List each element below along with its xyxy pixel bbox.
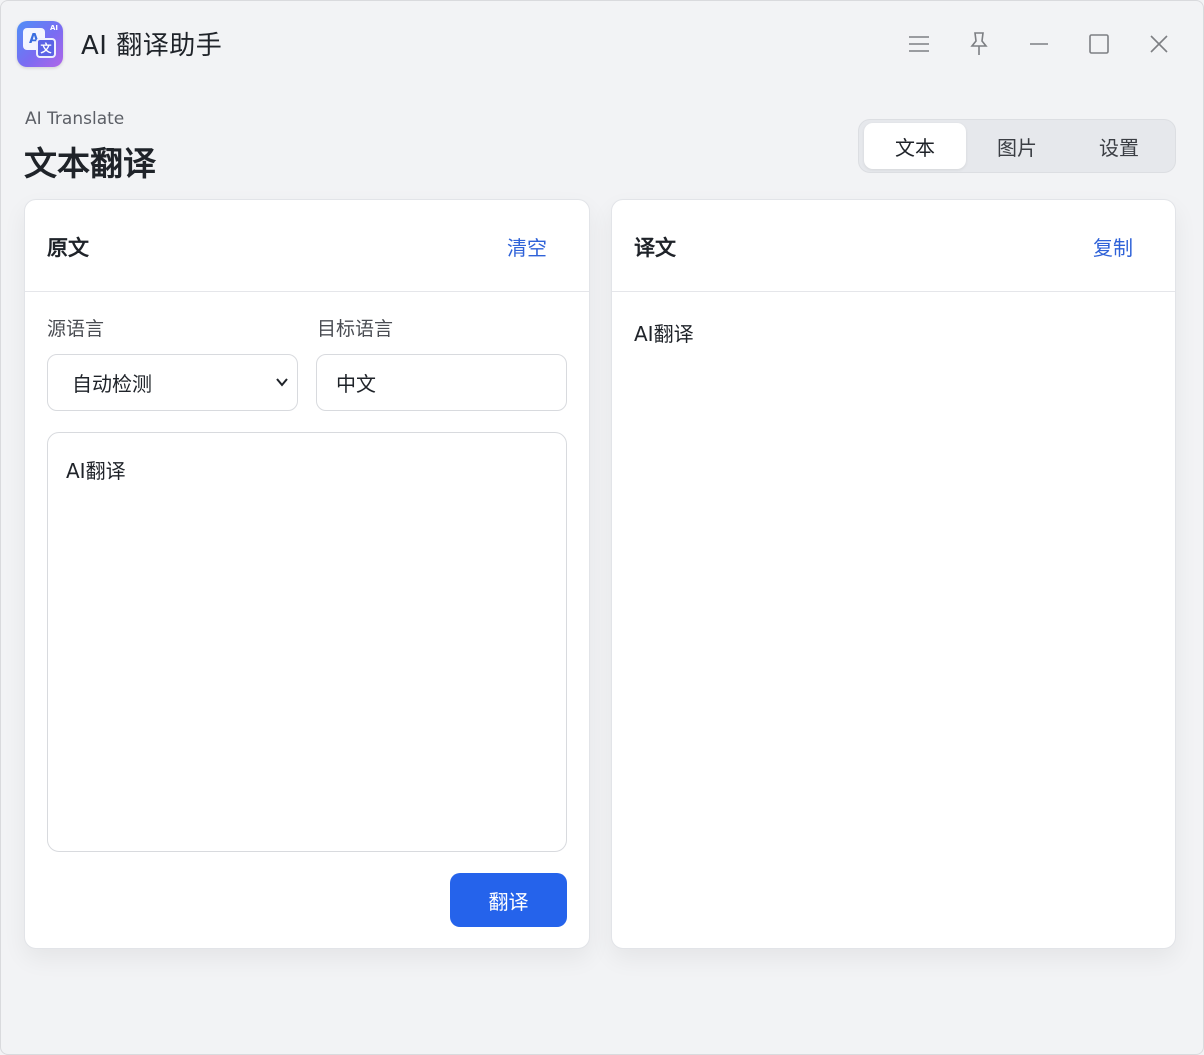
translated-text: AI翻译 bbox=[634, 322, 694, 346]
menu-button[interactable] bbox=[889, 23, 949, 65]
maximize-button[interactable] bbox=[1069, 23, 1129, 65]
hamburger-menu-icon bbox=[909, 36, 929, 52]
target-language-value: 中文 bbox=[336, 372, 376, 396]
translate-button[interactable]: 翻译 bbox=[450, 873, 567, 927]
mode-tabs: 文本 图片 设置 bbox=[858, 119, 1176, 173]
title-bar: A 文 AI AI 翻译助手 bbox=[1, 1, 1203, 87]
source-panel-header: 原文 清空 bbox=[25, 200, 589, 292]
tab-settings[interactable]: 设置 bbox=[1068, 123, 1170, 169]
chevron-down-icon bbox=[276, 378, 288, 387]
source-language-label: 源语言 bbox=[47, 318, 105, 340]
source-panel-title: 原文 bbox=[47, 236, 89, 260]
tab-image[interactable]: 图片 bbox=[966, 123, 1068, 169]
tab-text[interactable]: 文本 bbox=[864, 123, 966, 169]
logo-ai-mark: AI bbox=[49, 24, 58, 32]
minimize-icon bbox=[1030, 43, 1048, 45]
window-controls bbox=[889, 23, 1189, 65]
close-button[interactable] bbox=[1129, 23, 1189, 65]
target-language-label: 目标语言 bbox=[317, 318, 394, 340]
close-icon bbox=[1150, 35, 1168, 53]
app-logo-icon: A 文 AI bbox=[17, 21, 63, 67]
source-language-select[interactable]: 自动检测 bbox=[47, 354, 298, 411]
source-panel: 原文 清空 源语言 目标语言 自动检测 中文 AI翻译 翻译 bbox=[24, 199, 590, 949]
pin-icon bbox=[970, 32, 988, 55]
clear-button[interactable]: 清空 bbox=[507, 232, 547, 261]
copy-button[interactable]: 复制 bbox=[1093, 232, 1133, 261]
source-language-value: 自动检测 bbox=[72, 372, 152, 396]
pin-button[interactable] bbox=[949, 23, 1009, 65]
source-text-input[interactable]: AI翻译 bbox=[47, 432, 567, 852]
minimize-button[interactable] bbox=[1009, 23, 1069, 65]
page-title: 文本翻译 bbox=[24, 144, 156, 183]
app-title: AI 翻译助手 bbox=[81, 31, 223, 61]
result-panel: 译文 复制 AI翻译 bbox=[611, 199, 1176, 949]
result-panel-title: 译文 bbox=[634, 236, 676, 260]
logo-letter-zh: 文 bbox=[36, 38, 56, 58]
page-subtitle: AI Translate bbox=[25, 109, 125, 129]
maximize-icon bbox=[1089, 34, 1109, 54]
result-panel-header: 译文 复制 bbox=[612, 200, 1175, 292]
app-window: A 文 AI AI 翻译助手 AI Translate 文本翻译 文本 图片 设… bbox=[0, 0, 1204, 1055]
target-language-input[interactable]: 中文 bbox=[316, 354, 567, 411]
